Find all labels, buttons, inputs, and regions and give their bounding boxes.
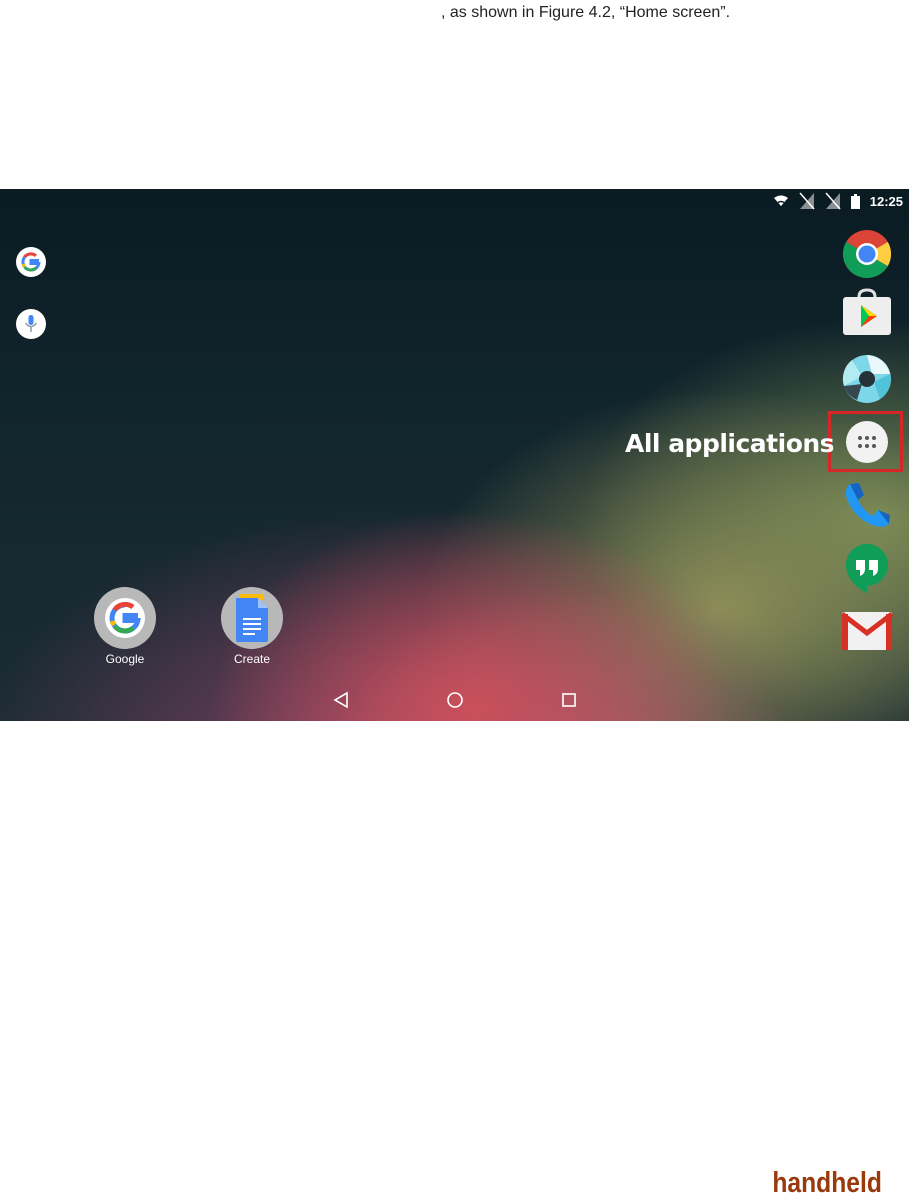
- create-folder[interactable]: Create: [217, 587, 287, 666]
- google-folder[interactable]: Google: [90, 587, 160, 666]
- google-search-icon[interactable]: [16, 247, 46, 277]
- google-folder-label: Google: [105, 652, 145, 666]
- battery-icon: [850, 193, 860, 209]
- gmail-icon[interactable]: [841, 605, 893, 657]
- no-sim-icon: [825, 192, 841, 210]
- all-applications-label: All applications: [625, 429, 835, 458]
- home-screen-screenshot: 12:25 All applications Google Create: [0, 189, 909, 721]
- status-bar: 12:25: [0, 189, 909, 213]
- camera-icon[interactable]: [841, 353, 893, 405]
- home-icon[interactable]: [443, 688, 467, 712]
- recents-icon[interactable]: [557, 688, 581, 712]
- chrome-icon[interactable]: [841, 228, 893, 280]
- phone-icon[interactable]: [841, 479, 893, 531]
- docs-folder-icon: [221, 587, 283, 649]
- hangouts-icon[interactable]: [841, 542, 893, 594]
- navigation-bar: [0, 684, 909, 714]
- play-store-icon[interactable]: [841, 286, 893, 338]
- wifi-icon: [773, 195, 788, 206]
- no-sim-icon: [799, 192, 815, 210]
- status-icons: 12:25: [773, 192, 903, 210]
- microphone-icon[interactable]: [16, 309, 46, 339]
- all-apps-highlight-box: [828, 411, 903, 472]
- create-folder-label: Create: [233, 652, 271, 666]
- back-icon[interactable]: [329, 688, 353, 712]
- figure-caption: , as shown in Figure 4.2, “Home screen”.: [441, 4, 731, 21]
- google-folder-icon: [94, 587, 156, 649]
- handheld-logo: handheld: [772, 1167, 882, 1199]
- status-time: 12:25: [869, 193, 903, 209]
